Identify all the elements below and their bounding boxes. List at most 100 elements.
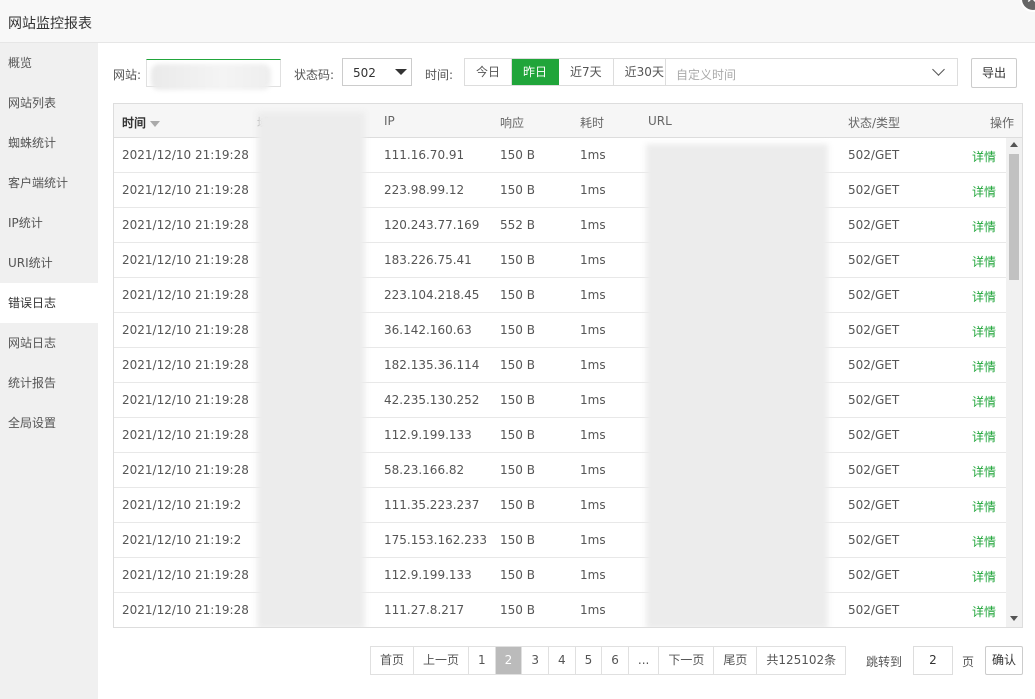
- table-row: 2021/12/10 21:19:28 111.16.70.91 150 B 1ms 5…: [114, 138, 1006, 173]
- table-row: 2021/12/10 21:19:28 111.27.8.217 150 B 1ms 5…: [114, 593, 1006, 627]
- sidebar-item[interactable]: 全局设置: [0, 403, 98, 443]
- details-link[interactable]: 详情: [972, 463, 996, 480]
- details-link[interactable]: 详情: [972, 148, 996, 165]
- page-ellipsis[interactable]: ...: [628, 647, 660, 674]
- details-link[interactable]: 详情: [972, 218, 996, 235]
- sidebar-item[interactable]: 网站日志: [0, 323, 98, 363]
- cell-ip: 112.9.199.133: [384, 568, 472, 582]
- export-button[interactable]: 导出: [971, 58, 1017, 88]
- details-link[interactable]: 详情: [972, 393, 996, 410]
- cell-duration: 1ms: [580, 463, 606, 477]
- confirm-button[interactable]: 确认: [985, 646, 1023, 675]
- cell-time: 2021/12/10 21:19:28: [122, 603, 249, 617]
- table-row: 2021/12/10 21:19:28 223.104.218.45 150 B 1m…: [114, 278, 1006, 313]
- details-link[interactable]: 详情: [972, 498, 996, 515]
- table-row: 2021/12/10 21:19:28 183.226.75.41 150 B 1ms…: [114, 243, 1006, 278]
- cell-ip: 182.135.36.114: [384, 358, 480, 372]
- cell-response-size: 552 B: [500, 218, 535, 232]
- sidebar-item[interactable]: URI统计: [0, 243, 98, 283]
- page-button[interactable]: 6: [602, 647, 629, 674]
- site-select[interactable]: [146, 59, 281, 90]
- column-header-status-type: 状态/类型: [848, 116, 901, 130]
- cell-ip: 223.104.218.45: [384, 288, 480, 302]
- cell-duration: 1ms: [580, 358, 606, 372]
- table-row: 2021/12/10 21:19:28 58.23.166.82 150 B 1ms 5…: [114, 453, 1006, 488]
- cell-response-size: 150 B: [500, 428, 535, 442]
- jump-page-input[interactable]: 2: [913, 646, 953, 675]
- page-button[interactable]: 4: [548, 647, 576, 674]
- cell-duration: 1ms: [580, 393, 606, 407]
- status-code-select[interactable]: 502: [342, 58, 412, 86]
- table-header: 时间 域 IP 响应 耗时 URL 状态/类型 操作: [114, 104, 1022, 138]
- sort-icon[interactable]: [150, 120, 161, 127]
- details-link[interactable]: 详情: [972, 358, 996, 375]
- last-page-button[interactable]: 尾页: [714, 647, 758, 674]
- cell-status-type: 502/GET: [848, 148, 900, 162]
- cell-status-type: 502/GET: [848, 463, 900, 477]
- cell-time: 2021/12/10 21:19:28: [122, 393, 249, 407]
- cell-status-type: 502/GET: [848, 323, 900, 337]
- table-scrollbar[interactable]: [1006, 138, 1022, 627]
- first-page-button[interactable]: 首页: [371, 647, 415, 674]
- sidebar-item[interactable]: 网站列表: [0, 83, 98, 123]
- cell-duration: 1ms: [580, 288, 606, 302]
- time-range-button[interactable]: 近7天: [559, 59, 614, 85]
- prev-page-button[interactable]: 上一页: [414, 647, 470, 674]
- pagination: 首页 上一页 1 2 3 4 5 6... 下一页 尾页 共125102条: [370, 646, 847, 675]
- cell-response-size: 150 B: [500, 323, 535, 337]
- details-link[interactable]: 详情: [972, 428, 996, 445]
- scroll-down-icon[interactable]: [1010, 616, 1018, 621]
- cell-response-size: 150 B: [500, 358, 535, 372]
- scrollbar-thumb[interactable]: [1009, 154, 1019, 280]
- details-link[interactable]: 详情: [972, 288, 996, 305]
- column-header-ip: IP: [384, 114, 395, 128]
- cell-duration: 1ms: [580, 323, 606, 337]
- cell-status-type: 502/GET: [848, 253, 900, 267]
- page-button[interactable]: 2: [495, 647, 523, 674]
- details-link[interactable]: 详情: [972, 568, 996, 585]
- cell-status-type: 502/GET: [848, 428, 900, 442]
- status-code-label: 状态码:: [294, 68, 335, 82]
- cell-response-size: 150 B: [500, 288, 535, 302]
- details-link[interactable]: 详情: [972, 603, 996, 620]
- scroll-up-icon[interactable]: [1010, 142, 1018, 147]
- details-link[interactable]: 详情: [972, 183, 996, 200]
- cell-time: 2021/12/10 21:19:28: [122, 253, 249, 267]
- custom-time-select[interactable]: 自定义时间: [665, 58, 958, 86]
- sidebar-item[interactable]: 统计报告: [0, 363, 98, 403]
- table-row: 2021/12/10 21:19:28 112.9.199.133 150 B 1ms…: [114, 418, 1006, 453]
- column-header-time[interactable]: 时间: [122, 114, 161, 131]
- cell-ip: 112.9.199.133: [384, 428, 472, 442]
- next-page-button[interactable]: 下一页: [659, 647, 715, 674]
- page-button[interactable]: 5: [575, 647, 603, 674]
- cell-status-type: 502/GET: [848, 533, 900, 547]
- cell-response-size: 150 B: [500, 463, 535, 477]
- details-link[interactable]: 详情: [972, 533, 996, 550]
- cell-time: 2021/12/10 21:19:28: [122, 358, 249, 372]
- column-header-duration: 耗时: [580, 116, 605, 130]
- cell-time: 2021/12/10 21:19:28: [122, 463, 249, 477]
- details-link[interactable]: 详情: [972, 323, 996, 340]
- status-code-value: 502: [353, 66, 376, 80]
- page-button[interactable]: 3: [522, 647, 549, 674]
- cell-status-type: 502/GET: [848, 393, 900, 407]
- sidebar-item[interactable]: 错误日志: [0, 283, 98, 323]
- column-header-response: 响应: [500, 116, 525, 130]
- table-row: 2021/12/10 21:19:28 112.9.199.133 150 B 1ms…: [114, 558, 1006, 593]
- page-button[interactable]: 1: [469, 647, 496, 674]
- chevron-down-icon: [932, 63, 945, 76]
- details-link[interactable]: 详情: [972, 253, 996, 270]
- cell-duration: 1ms: [580, 603, 606, 617]
- cell-ip: 120.243.77.169: [384, 218, 480, 232]
- cell-time: 2021/12/10 21:19:28: [122, 148, 249, 162]
- redacted-domain-column: [257, 112, 365, 627]
- window-title: 网站监控报表: [8, 16, 92, 32]
- time-range-button[interactable]: 昨日: [512, 59, 560, 85]
- sidebar-item[interactable]: IP统计: [0, 203, 98, 243]
- cell-time: 2021/12/10 21:19:2: [122, 498, 242, 512]
- sidebar-item[interactable]: 客户端统计: [0, 163, 98, 203]
- sidebar-item[interactable]: 蜘蛛统计: [0, 123, 98, 163]
- sidebar-item[interactable]: 概览: [0, 43, 98, 83]
- cell-time: 2021/12/10 21:19:28: [122, 568, 249, 582]
- time-range-button[interactable]: 今日: [465, 59, 513, 85]
